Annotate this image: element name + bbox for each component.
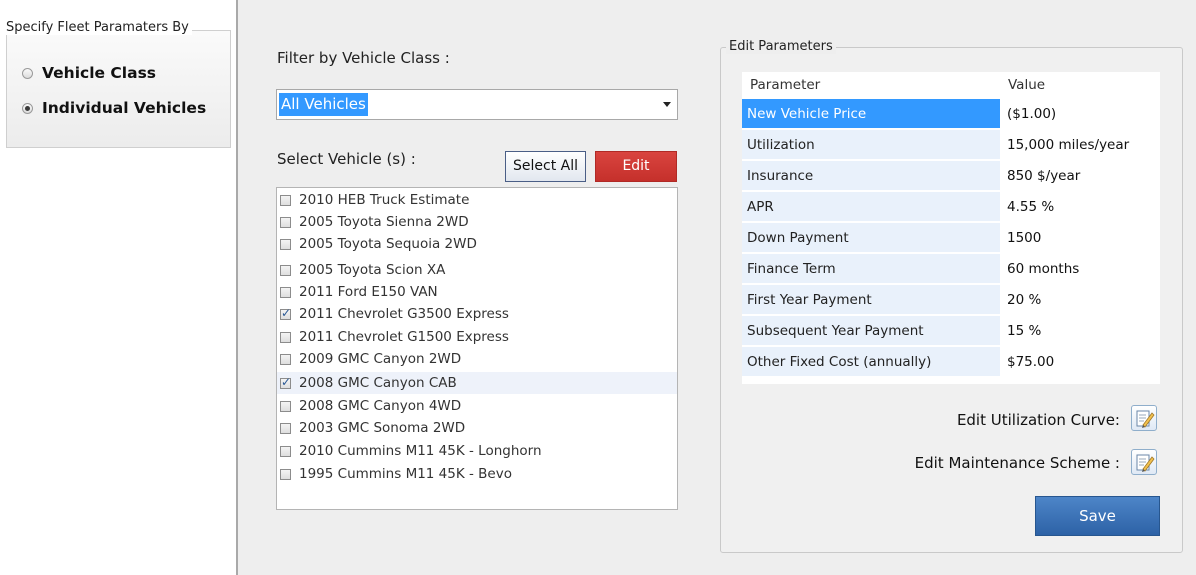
vehicle-name: 2005 Toyota Sienna 2WD bbox=[299, 214, 469, 230]
vehicle-name: 2005 Toyota Sequoia 2WD bbox=[299, 236, 477, 252]
parameter-value-cell[interactable]: ($1.00) bbox=[1000, 99, 1160, 129]
vehicle-name: 2003 GMC Sonoma 2WD bbox=[299, 420, 466, 436]
parameter-value-cell[interactable]: $75.00 bbox=[1000, 347, 1160, 377]
radio-individual-vehicles-label: Individual Vehicles bbox=[42, 99, 207, 117]
parameter-name-cell[interactable]: New Vehicle Price bbox=[742, 99, 1000, 129]
vehicle-name: 2008 GMC Canyon 4WD bbox=[299, 398, 462, 414]
chevron-down-icon[interactable] bbox=[663, 102, 671, 107]
parameter-value-cell[interactable]: 850 $/year bbox=[1000, 161, 1160, 191]
vehicle-name: 1995 Cummins M11 45K - Bevo bbox=[299, 466, 512, 482]
specify-by-title: Specify Fleet Paramaters By bbox=[3, 20, 192, 35]
vehicle-checkbox[interactable] bbox=[280, 445, 291, 457]
column-header-value: Value bbox=[1008, 77, 1046, 93]
edit-pencil-icon bbox=[1136, 454, 1155, 472]
list-item[interactable]: 2010 HEB Truck Estimate bbox=[277, 189, 677, 211]
edit-maintenance-label: Edit Maintenance Scheme : bbox=[914, 454, 1120, 472]
edit-maintenance-button[interactable] bbox=[1131, 449, 1157, 475]
vehicle-checkbox[interactable] bbox=[280, 264, 291, 276]
edit-parameters-title: Edit Parameters bbox=[726, 39, 836, 54]
save-button[interactable]: Save bbox=[1035, 496, 1160, 536]
parameter-name-cell[interactable]: Finance Term bbox=[742, 254, 1000, 284]
parameter-value-cell[interactable]: 15,000 miles/year bbox=[1000, 130, 1160, 160]
parameter-table: Parameter Value New Vehicle Price ($1.00… bbox=[742, 72, 1160, 384]
radio-individual-vehicles-dot[interactable] bbox=[22, 102, 33, 114]
list-item[interactable]: 2008 GMC Canyon CAB bbox=[277, 372, 677, 394]
vehicle-checkbox[interactable] bbox=[280, 400, 291, 412]
list-item[interactable]: 2011 Chevrolet G3500 Express bbox=[277, 303, 677, 325]
parameter-value-cell[interactable]: 60 months bbox=[1000, 254, 1160, 284]
list-item[interactable]: 2005 Toyota Scion XA bbox=[277, 259, 677, 281]
radio-individual-vehicles[interactable]: Individual Vehicles bbox=[22, 99, 206, 117]
parameter-value-cell[interactable]: 15 % bbox=[1000, 316, 1160, 346]
parameter-name-cell[interactable]: Subsequent Year Payment bbox=[742, 316, 1000, 346]
list-item[interactable]: 2009 GMC Canyon 2WD bbox=[277, 348, 677, 370]
vehicle-name: 2010 HEB Truck Estimate bbox=[299, 192, 470, 208]
table-row[interactable]: Other Fixed Cost (annually) $75.00 bbox=[742, 347, 1160, 378]
parameter-value-cell[interactable]: 1500 bbox=[1000, 223, 1160, 253]
parameter-name-cell[interactable]: Down Payment bbox=[742, 223, 1000, 253]
vehicle-checkbox-checked[interactable] bbox=[280, 306, 291, 320]
vehicle-name: 2011 Ford E150 VAN bbox=[299, 284, 438, 300]
list-item[interactable]: 2008 GMC Canyon 4WD bbox=[277, 395, 677, 417]
select-all-button[interactable]: Select All bbox=[505, 151, 586, 182]
vehicle-name: 2011 Chevrolet G1500 Express bbox=[299, 329, 509, 345]
list-item[interactable]: 2005 Toyota Sequoia 2WD bbox=[277, 233, 677, 255]
vehicle-checkbox[interactable] bbox=[280, 238, 291, 250]
edit-utilization-button[interactable] bbox=[1131, 405, 1157, 431]
vehicle-class-select-value: All Vehicles bbox=[279, 93, 368, 116]
list-item[interactable]: 2005 Toyota Sienna 2WD bbox=[277, 211, 677, 233]
vehicle-name: 2011 Chevrolet G3500 Express bbox=[299, 306, 509, 322]
vehicle-checkbox[interactable] bbox=[280, 194, 291, 206]
vehicle-name: 2008 GMC Canyon CAB bbox=[299, 375, 457, 391]
fleet-parameter-panel: Specify Fleet Paramaters By Vehicle Clas… bbox=[0, 0, 236, 575]
table-row[interactable]: Down Payment 1500 bbox=[742, 223, 1160, 254]
vehicle-name: 2010 Cummins M11 45K - Longhorn bbox=[299, 443, 542, 459]
list-item[interactable]: 1995 Cummins M11 45K - Bevo bbox=[277, 463, 677, 485]
vehicle-checkbox[interactable] bbox=[280, 353, 291, 365]
parameter-value-cell[interactable]: 20 % bbox=[1000, 285, 1160, 315]
radio-vehicle-class-label: Vehicle Class bbox=[42, 64, 157, 82]
list-item[interactable]: 2011 Ford E150 VAN bbox=[277, 281, 677, 303]
edit-pencil-icon bbox=[1136, 410, 1155, 428]
table-row[interactable]: APR 4.55 % bbox=[742, 192, 1160, 223]
vehicle-name: 2009 GMC Canyon 2WD bbox=[299, 351, 462, 367]
radio-vehicle-class-dot[interactable] bbox=[22, 67, 33, 79]
vehicle-checkbox[interactable] bbox=[280, 422, 291, 434]
list-item[interactable]: 2011 Chevrolet G1500 Express bbox=[277, 326, 677, 348]
vehicle-checkbox[interactable] bbox=[280, 286, 291, 298]
parameter-name-cell[interactable]: First Year Payment bbox=[742, 285, 1000, 315]
table-row[interactable]: First Year Payment 20 % bbox=[742, 285, 1160, 316]
filter-label: Filter by Vehicle Class : bbox=[277, 49, 450, 67]
radio-vehicle-class[interactable]: Vehicle Class bbox=[22, 64, 156, 82]
specify-by-group bbox=[6, 30, 231, 148]
list-item[interactable]: 2010 Cummins M11 45K - Longhorn bbox=[277, 440, 677, 462]
vehicle-checkbox-checked[interactable] bbox=[280, 375, 291, 389]
table-row[interactable]: New Vehicle Price ($1.00) bbox=[742, 99, 1160, 130]
table-row[interactable]: Subsequent Year Payment 15 % bbox=[742, 316, 1160, 347]
parameter-name-cell[interactable]: APR bbox=[742, 192, 1000, 222]
edit-button[interactable]: Edit bbox=[595, 151, 677, 182]
table-row[interactable]: Insurance 850 $/year bbox=[742, 161, 1160, 192]
parameter-name-cell[interactable]: Utilization bbox=[742, 130, 1000, 160]
parameter-name-cell[interactable]: Insurance bbox=[742, 161, 1000, 191]
list-item[interactable]: 2003 GMC Sonoma 2WD bbox=[277, 417, 677, 439]
vehicle-class-select[interactable]: All Vehicles bbox=[276, 89, 678, 120]
vehicle-checkbox[interactable] bbox=[280, 468, 291, 480]
vehicle-checkbox[interactable] bbox=[280, 331, 291, 343]
select-vehicle-label: Select Vehicle (s) : bbox=[277, 150, 416, 168]
parameter-name-cell[interactable]: Other Fixed Cost (annually) bbox=[742, 347, 1000, 377]
parameter-value-cell[interactable]: 4.55 % bbox=[1000, 192, 1160, 222]
vehicle-checkbox[interactable] bbox=[280, 216, 291, 228]
column-header-parameter: Parameter bbox=[750, 77, 821, 93]
table-row[interactable]: Finance Term 60 months bbox=[742, 254, 1160, 285]
vehicle-list[interactable]: 2010 HEB Truck Estimate 2005 Toyota Sien… bbox=[276, 187, 678, 510]
table-row[interactable]: Utilization 15,000 miles/year bbox=[742, 130, 1160, 161]
edit-utilization-label: Edit Utilization Curve: bbox=[956, 411, 1120, 429]
vehicle-name: 2005 Toyota Scion XA bbox=[299, 262, 446, 278]
